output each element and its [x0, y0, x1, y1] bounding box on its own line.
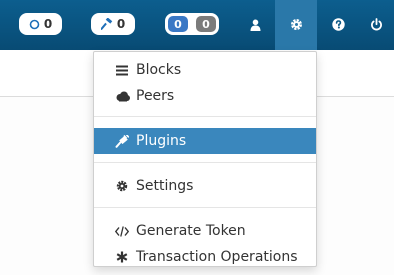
logout-button[interactable]: [358, 0, 394, 50]
tx-gray-badge: 0: [196, 16, 216, 32]
hammer-count: 0: [116, 17, 126, 31]
menu-item-settings[interactable]: Settings: [94, 173, 316, 199]
menu-divider: [94, 116, 316, 117]
code-icon: [114, 224, 130, 238]
menu-item-label: Plugins: [136, 133, 187, 149]
gear-icon: [114, 179, 130, 193]
menu-divider: [94, 162, 316, 163]
circle-icon: [29, 19, 40, 30]
menu-item-label: Generate Token: [136, 223, 246, 239]
menu-item-label: Settings: [136, 178, 194, 194]
help-icon: [331, 16, 345, 35]
menu-item-plugins[interactable]: Plugins: [94, 128, 316, 154]
menu-item-generate-token[interactable]: Generate Token: [94, 218, 316, 244]
help-button[interactable]: [317, 0, 359, 50]
tx-blue-badge: 0: [168, 16, 188, 32]
user-icon: [250, 16, 261, 35]
user-button[interactable]: [234, 0, 276, 50]
transaction-counter[interactable]: 0 0: [165, 13, 219, 35]
menu-item-label: Peers: [136, 88, 175, 104]
asterisk-icon: [114, 250, 130, 264]
menu-item-peers[interactable]: Peers: [94, 83, 316, 109]
circle-count: 0: [43, 17, 53, 31]
settings-menu-button[interactable]: [275, 0, 317, 50]
status-circle-counter[interactable]: 0: [19, 13, 62, 35]
gear-icon: [290, 16, 303, 35]
menu-item-label: Transaction Operations: [136, 249, 298, 265]
hammer-icon: [100, 18, 113, 30]
top-navbar: 0 0 0 0: [0, 0, 394, 50]
menu-item-blocks[interactable]: Blocks: [94, 57, 316, 83]
cloud-icon: [114, 89, 130, 103]
power-icon: [370, 16, 383, 35]
menu-divider: [94, 207, 316, 208]
forging-counter[interactable]: 0: [91, 13, 135, 35]
list-icon: [114, 63, 130, 77]
settings-dropdown-menu: Blocks Peers Plugins Settings Generate T…: [93, 51, 317, 267]
menu-item-transaction-operations[interactable]: Transaction Operations: [94, 244, 316, 270]
menu-item-label: Blocks: [136, 62, 182, 78]
plug-icon: [114, 134, 130, 148]
